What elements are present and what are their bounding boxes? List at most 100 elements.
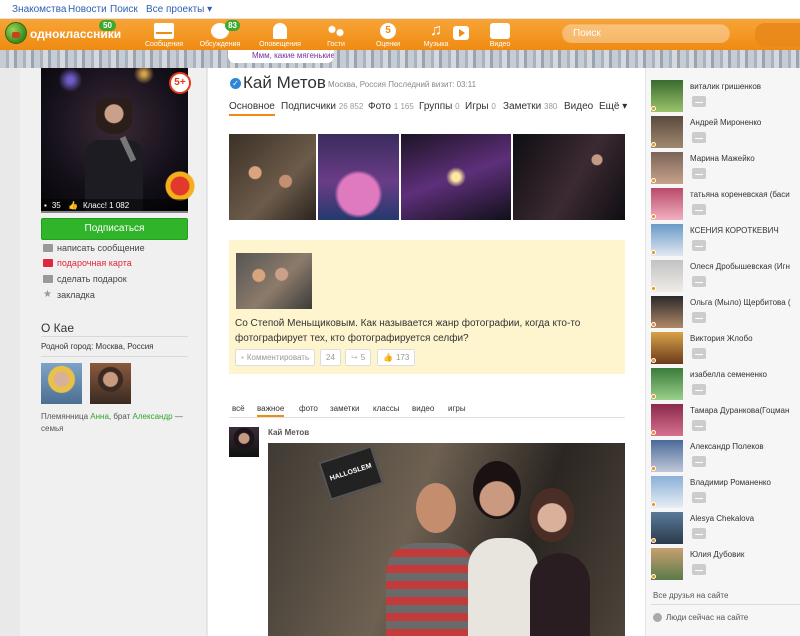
message-icon[interactable] [692, 204, 706, 215]
cover-strip [0, 50, 800, 68]
relative-photo-brother[interactable] [90, 363, 131, 404]
tab-video[interactable]: Видео [564, 101, 593, 112]
friend-item[interactable]: Андрей Мироненко [651, 116, 800, 152]
message-icon[interactable] [692, 240, 706, 251]
feed-tab-photo[interactable]: фото [299, 404, 318, 413]
tab-groups[interactable]: Группы 0 [419, 101, 460, 112]
feed-tab-all[interactable]: всё [232, 404, 245, 413]
photo-person-head [96, 98, 132, 143]
friend-item[interactable]: Марина Мажейко [651, 152, 800, 188]
relative-photo-niece[interactable] [41, 363, 82, 404]
message-icon[interactable] [692, 456, 706, 467]
feed-tab-notes[interactable]: заметки [330, 404, 359, 413]
tab-notes[interactable]: Заметки 380 [503, 101, 557, 112]
friend-item[interactable]: Олеся Дробышевская (Игн [651, 260, 800, 296]
nav-messages-label: Сообщения [145, 41, 183, 48]
header-user-area[interactable] [755, 23, 800, 47]
message-icon[interactable] [692, 132, 706, 143]
nav-video[interactable]: Видео [472, 21, 528, 50]
profile-photo-2[interactable] [318, 134, 399, 220]
friend-name[interactable]: КСЕНИЯ КОРОТКЕВИЧ [690, 226, 800, 235]
action-make-gift[interactable]: сделать подарок [41, 272, 127, 286]
message-icon[interactable] [692, 276, 706, 287]
friend-item[interactable]: татьяна кореневская (баси [651, 188, 800, 224]
friend-name[interactable]: Олеся Дробышевская (Игн [690, 262, 800, 271]
message-icon[interactable] [692, 348, 706, 359]
feed-tab-games[interactable]: игры [448, 404, 466, 413]
message-icon[interactable] [692, 384, 706, 395]
message-icon[interactable] [692, 564, 706, 575]
action-gift-card[interactable]: подарочная карта [41, 256, 132, 270]
tab-subscribers[interactable]: Подписчики 26 852 [281, 101, 363, 112]
friend-name[interactable]: Александр Полеков [690, 442, 800, 451]
action-send-message[interactable]: написать сообщение [41, 241, 145, 255]
action-bookmark[interactable]: ★ закладка [41, 288, 95, 302]
share-button[interactable]: ↪ 5 [345, 349, 372, 366]
feed-author-avatar[interactable] [229, 427, 259, 457]
tab-main[interactable]: Основное [229, 101, 275, 116]
tab-photos[interactable]: Фото 1 165 [368, 101, 414, 112]
friend-name[interactable]: Виктория Жлобо [690, 334, 800, 343]
friend-item[interactable]: Александр Полеков [651, 440, 800, 476]
all-friends-online-link[interactable]: Все друзья на сайте [653, 591, 728, 600]
friend-name[interactable]: виталик гришенков [690, 82, 800, 91]
message-icon[interactable] [692, 168, 706, 179]
nav-messages[interactable]: Сообщения [136, 21, 192, 50]
friend-item[interactable]: КСЕНИЯ КОРОТКЕВИЧ [651, 224, 800, 260]
tab-games[interactable]: Игры 0 [465, 101, 496, 112]
link-dating[interactable]: Знакомства [12, 4, 66, 15]
last-visit: Последний визит: 03:11 [388, 80, 477, 89]
feed-selfie-photo[interactable]: HALLOSLEM [268, 443, 625, 636]
comment-button[interactable]: ▪ Комментировать [235, 349, 316, 366]
friend-item[interactable]: изабелла семененко [651, 368, 800, 404]
friend-item[interactable]: Виктория Жлобо [651, 332, 800, 368]
feed-author-name[interactable]: Кай Метов [268, 428, 309, 437]
message-icon[interactable] [692, 420, 706, 431]
post-photo[interactable] [236, 253, 312, 309]
nav-guests[interactable]: Гости [308, 21, 364, 50]
friend-item[interactable]: Юлия Дубовик [651, 548, 800, 584]
feed-tab-classes[interactable]: классы [373, 404, 399, 413]
friend-item[interactable]: Тамара Дуранкова(Гоцман [651, 404, 800, 440]
friend-name[interactable]: Ольга (Мыло) Щербитова ( [690, 298, 800, 307]
profile-photo-3[interactable] [401, 134, 511, 220]
friend-name[interactable]: татьяна кореневская (баси [690, 190, 800, 199]
friend-name[interactable]: Владимир Романенко [690, 478, 800, 487]
friend-item[interactable]: Alesya Chekalova [651, 512, 800, 548]
tab-more[interactable]: Ещё ▾ [599, 101, 627, 112]
friend-item[interactable]: Ольга (Мыло) Щербитова ( [651, 296, 800, 332]
friend-name[interactable]: Андрей Мироненко [690, 118, 800, 127]
feed-tab-important[interactable]: важное [257, 404, 285, 417]
message-icon[interactable] [692, 528, 706, 539]
nav-discussions[interactable]: 83 Обсуждения [192, 20, 248, 50]
message-icon[interactable] [692, 492, 706, 503]
friend-name[interactable]: Alesya Chekalova [690, 514, 800, 523]
status-mood[interactable]: Ммм, какие мягенькие... [228, 50, 334, 63]
friend-item[interactable]: Владимир Романенко [651, 476, 800, 512]
video-play-icon[interactable] [453, 26, 469, 40]
friend-name[interactable]: Марина Мажейко [690, 154, 800, 163]
subscribe-button[interactable]: Подписаться [41, 218, 188, 240]
feed-tab-video[interactable]: видео [412, 404, 434, 413]
search-input[interactable] [562, 24, 730, 43]
nav-notifications[interactable]: Оповещения [252, 21, 308, 50]
friend-item[interactable]: виталик гришенков [651, 80, 800, 116]
friend-name[interactable]: Тамара Дуранкова(Гоцман [690, 406, 800, 415]
like-button[interactable]: 👍 173 [377, 349, 416, 366]
message-icon[interactable] [692, 96, 706, 107]
comments-count[interactable]: 24 [320, 349, 341, 366]
link-search[interactable]: Поиск [110, 4, 138, 15]
relative-link-niece[interactable]: Анна [90, 412, 109, 421]
odnoklassniki-logo-icon[interactable] [5, 22, 27, 44]
friend-name[interactable]: изабелла семененко [690, 370, 800, 379]
message-icon[interactable] [692, 312, 706, 323]
link-news[interactable]: Новости [68, 4, 107, 15]
action-label: подарочная карта [57, 258, 132, 268]
photo-likes-count[interactable]: Класс! 1 082 [83, 201, 129, 210]
friend-name[interactable]: Юлия Дубовик [690, 550, 800, 559]
profile-photo-4[interactable] [513, 134, 625, 220]
relative-link-brother[interactable]: Александр [133, 412, 173, 421]
profile-photo-1[interactable] [229, 134, 316, 220]
link-all-projects[interactable]: Все проекты ▾ [146, 4, 212, 15]
people-online-link[interactable]: Люди сейчас на сайте [653, 613, 748, 622]
